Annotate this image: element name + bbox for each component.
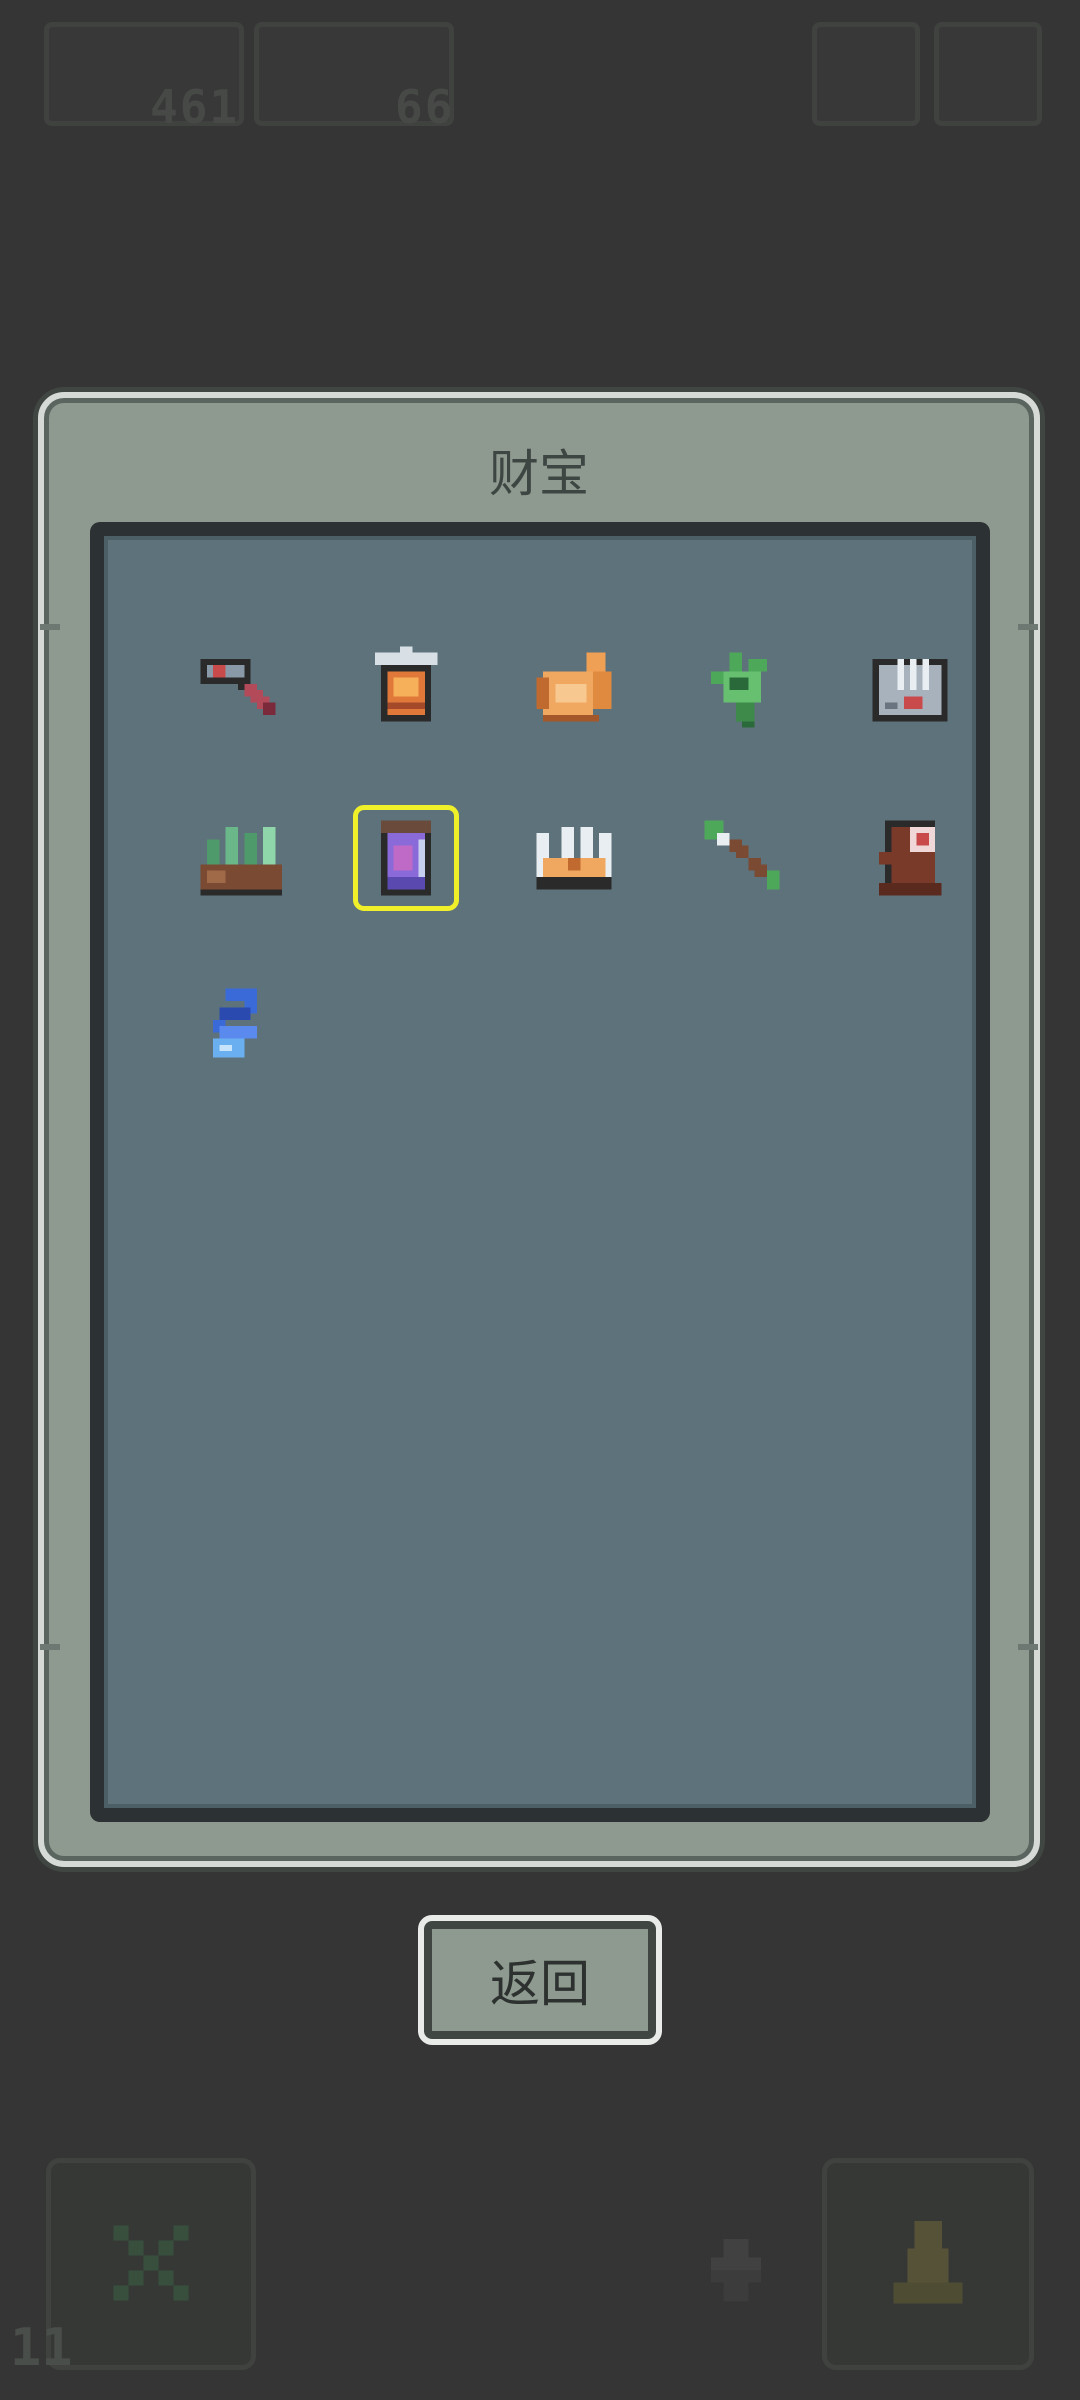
totem-icon — [878, 820, 942, 896]
horn-icon — [536, 652, 612, 722]
return-button[interactable]: 返回 — [418, 1915, 662, 2045]
level-number: 11 — [10, 2318, 73, 2378]
green-claw-icon — [710, 652, 767, 728]
crystal-rock-icon — [200, 826, 282, 896]
side-notch — [40, 1644, 60, 1650]
side-notch — [1018, 1644, 1038, 1650]
menu-button-1[interactable] — [812, 22, 920, 126]
side-notch — [40, 624, 60, 630]
treasure-slot[interactable] — [490, 774, 658, 942]
treasure-slot[interactable] — [322, 606, 490, 774]
crown-icon — [536, 826, 612, 890]
swap-arrows-icon[interactable] — [686, 2220, 786, 2320]
treasure-panel — [90, 522, 990, 1822]
currency-2-value: 66 — [395, 80, 455, 134]
lantern-icon — [374, 646, 438, 722]
weapon-slot[interactable] — [46, 2158, 256, 2370]
treasure-slot[interactable] — [658, 606, 826, 774]
character-icon — [893, 2220, 963, 2304]
menu-button-2[interactable] — [934, 22, 1042, 126]
currency-1-value: 461 — [150, 80, 240, 134]
treasure-slot[interactable] — [154, 606, 322, 774]
treasure-slot[interactable] — [490, 606, 658, 774]
spear-icon — [704, 820, 780, 890]
treasure-slot[interactable] — [826, 606, 994, 774]
side-notch — [1018, 624, 1038, 630]
blue-ribbon-icon — [213, 988, 257, 1058]
modal-title: 财宝 — [489, 445, 589, 503]
potion-jar-icon — [353, 805, 459, 911]
treasure-modal: 财宝 — [38, 392, 1040, 1867]
treasure-grid — [154, 606, 994, 1110]
stone-tablet-icon — [872, 658, 948, 722]
top-hud: 461 66 — [0, 0, 1080, 140]
treasure-slot-selected[interactable] — [322, 774, 490, 942]
hammer-icon — [200, 658, 276, 715]
treasure-slot[interactable] — [154, 942, 322, 1110]
character-slot[interactable] — [822, 2158, 1034, 2370]
treasure-slot[interactable] — [826, 774, 994, 942]
treasure-slot[interactable] — [154, 774, 322, 942]
treasure-slot[interactable] — [658, 774, 826, 942]
crossed-swords-icon — [113, 2225, 189, 2301]
